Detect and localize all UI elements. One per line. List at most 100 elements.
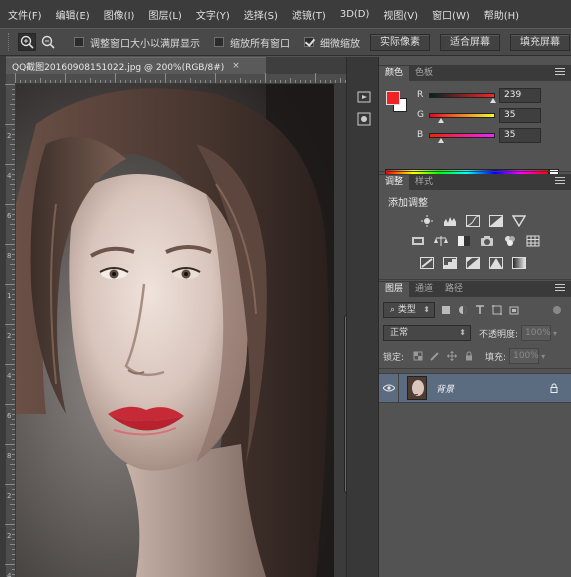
panel-menu-icon[interactable] (555, 284, 565, 293)
menu-item[interactable]: 窗口(W) (432, 7, 470, 22)
red-slider[interactable] (429, 93, 495, 98)
menu-item[interactable]: 滤镜(T) (292, 7, 326, 22)
channel-mixer-icon[interactable] (502, 234, 518, 248)
lock-image-pixels-icon[interactable] (429, 350, 441, 362)
resize-windows-checkbox[interactable]: 调整窗口大小以满屏显示 (74, 35, 200, 50)
ruler-tick (165, 73, 166, 83)
color-lookup-icon[interactable] (525, 234, 541, 248)
ruler-tick (45, 80, 46, 83)
blend-mode-select[interactable]: 正常 ⬍ (383, 325, 471, 341)
selective-color-icon[interactable] (488, 256, 504, 270)
ruler-tick (12, 334, 15, 335)
scrubby-zoom-checkbox[interactable]: 细微缩放 (304, 35, 360, 50)
menu-item[interactable]: 文字(Y) (196, 7, 230, 22)
history-panel-icon[interactable] (354, 87, 374, 107)
vertical-scrollbar[interactable] (334, 84, 352, 577)
ruler-tick (12, 174, 15, 175)
tab-styles[interactable]: 样式 (409, 175, 439, 190)
opacity-input[interactable]: 100% (521, 325, 552, 341)
exposure-icon[interactable] (488, 214, 504, 228)
ruler-tick (270, 80, 271, 83)
menu-item[interactable]: 3D(D) (340, 9, 370, 20)
invert-icon[interactable] (419, 256, 435, 270)
blue-slider-knob[interactable] (438, 138, 444, 143)
curves-icon[interactable] (465, 214, 481, 228)
tab-color[interactable]: 颜色 (379, 66, 410, 81)
ruler-tick (205, 80, 206, 83)
actual-pixels-button[interactable]: 实际像素 (370, 33, 430, 51)
foreground-color-swatch[interactable] (386, 91, 400, 105)
zoom-all-windows-checkbox[interactable]: 缩放所有窗口 (214, 35, 290, 50)
menu-item[interactable]: 选择(S) (244, 7, 278, 22)
filter-pixel-icon[interactable] (440, 304, 452, 316)
filter-smart-object-icon[interactable] (508, 304, 520, 316)
fit-screen-button[interactable]: 适合屏幕 (440, 33, 500, 51)
red-slider-knob[interactable] (490, 98, 496, 103)
ruler-tick (5, 444, 15, 445)
eye-icon[interactable] (379, 373, 399, 403)
ruler-tick (12, 519, 15, 520)
green-value-input[interactable]: 35 (499, 108, 541, 123)
menu-item[interactable]: 编辑(E) (56, 7, 90, 22)
filter-adjustment-icon[interactable] (457, 304, 469, 316)
ruler-tick (35, 80, 36, 83)
gradient-map-icon[interactable] (511, 256, 527, 270)
zoom-in-icon[interactable] (18, 33, 36, 51)
filter-type-icon[interactable] (474, 304, 486, 316)
brightness-contrast-icon[interactable] (419, 214, 435, 228)
vertical-ruler[interactable]: 2 4 6 8 1 2 4 6 8 2 2 4 (5, 84, 16, 577)
lock-transparent-pixels-icon[interactable] (412, 350, 424, 362)
filter-shape-icon[interactable] (491, 304, 503, 316)
tab-adjustments[interactable]: 调整 (379, 175, 410, 190)
horizontal-ruler[interactable] (15, 73, 346, 84)
zoom-out-icon[interactable] (39, 33, 57, 51)
lock-all-icon[interactable] (463, 350, 475, 362)
tab-layers[interactable]: 图层 (379, 282, 410, 297)
menu-item[interactable]: 图层(L) (148, 7, 181, 22)
tab-paths[interactable]: 路径 (439, 282, 469, 297)
threshold-icon[interactable] (465, 256, 481, 270)
zoom-all-box[interactable] (214, 37, 224, 47)
layer-name: 背景 (436, 384, 455, 395)
layer-row-background[interactable]: 背景 (379, 373, 571, 403)
layer-filter-kind-select[interactable]: ⌕ 类型 ⬍ (383, 302, 435, 318)
hue-saturation-icon[interactable] (410, 234, 426, 248)
menu-item[interactable]: 文件(F) (8, 7, 42, 22)
tab-swatches[interactable]: 色板 (409, 66, 439, 81)
chevron-down-icon[interactable]: ▾ (541, 352, 545, 361)
resize-windows-box[interactable] (74, 37, 84, 47)
ruler-tick (12, 194, 15, 195)
posterize-icon[interactable] (442, 256, 458, 270)
color-balance-icon[interactable] (433, 234, 449, 248)
blue-value-input[interactable]: 35 (499, 128, 541, 143)
close-icon[interactable]: × (232, 61, 240, 71)
document-tab[interactable]: QQ截图20160908151022.jpg @ 200%(RGB/8#) × (6, 57, 266, 74)
red-value-input[interactable]: 239 (499, 88, 541, 103)
panel-menu-icon[interactable] (555, 177, 565, 186)
green-slider-knob[interactable] (438, 118, 444, 123)
ruler-tick (150, 80, 151, 83)
chevron-down-icon[interactable]: ▾ (553, 329, 557, 338)
properties-panel-icon[interactable] (354, 109, 374, 129)
fill-input[interactable]: 100% (509, 348, 540, 364)
vibrance-icon[interactable] (511, 214, 527, 228)
ruler-tick (12, 554, 15, 555)
tab-channels[interactable]: 通道 (409, 282, 439, 297)
ruler-tick (5, 284, 15, 285)
levels-icon[interactable] (442, 214, 458, 228)
menu-item[interactable]: 帮助(H) (484, 7, 519, 22)
chevron-down-icon: ⬍ (423, 305, 430, 314)
document-canvas[interactable] (16, 84, 334, 577)
filter-toggle-icon[interactable] (551, 304, 563, 316)
photo-filter-icon[interactable] (479, 234, 495, 248)
menu-item[interactable]: 视图(V) (383, 7, 418, 22)
scrubby-zoom-box[interactable] (304, 37, 314, 47)
panel-menu-icon[interactable] (555, 68, 565, 77)
black-white-icon[interactable] (456, 234, 472, 248)
ruler-tick (12, 459, 15, 460)
ruler-tick (230, 80, 231, 83)
lock-position-icon[interactable] (446, 350, 458, 362)
fill-screen-button[interactable]: 填充屏幕 (510, 33, 570, 51)
ruler-tick (300, 80, 301, 83)
menu-item[interactable]: 图像(I) (104, 7, 135, 22)
